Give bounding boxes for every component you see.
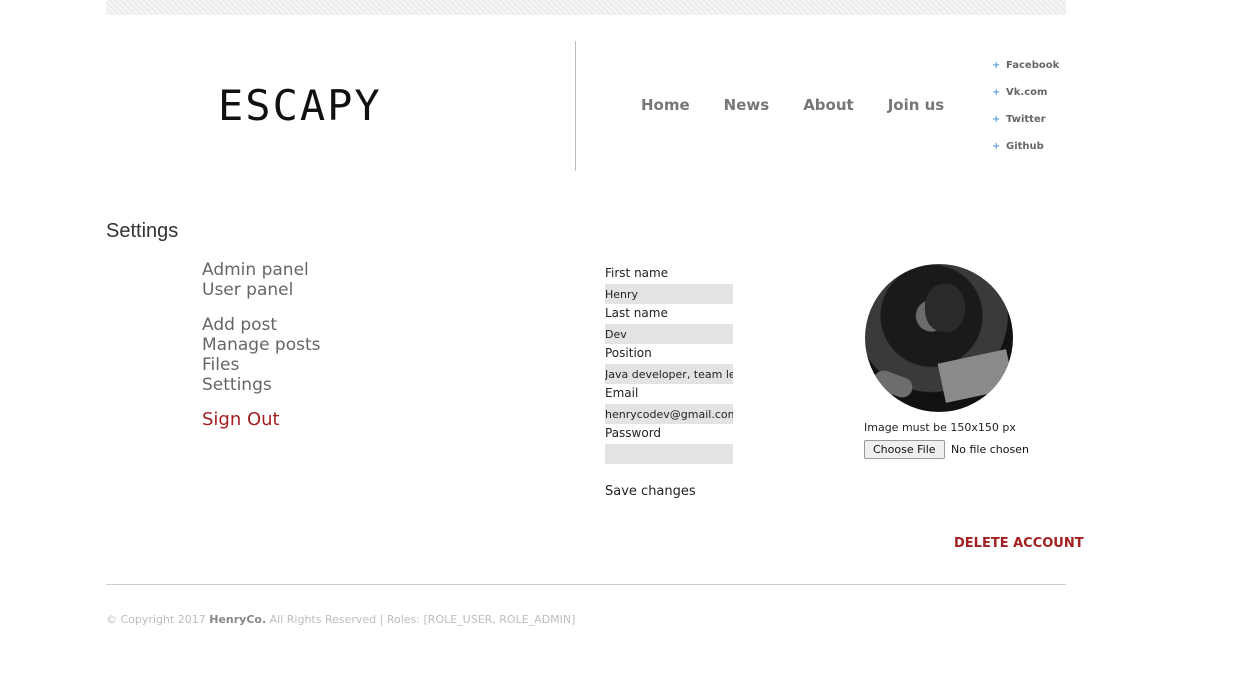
site-logo[interactable]: ESCAPY xyxy=(218,84,382,128)
avatar-shape xyxy=(937,349,1013,403)
social-label: Facebook xyxy=(1006,60,1060,71)
nav-news[interactable]: News xyxy=(724,95,770,115)
email-field[interactable] xyxy=(605,404,733,424)
social-item-twitter[interactable]: + Twitter xyxy=(992,112,1059,139)
file-status: No file chosen xyxy=(951,443,1029,456)
top-stripe xyxy=(106,0,1066,15)
footer-rights: All Rights Reserved | Roles: [ROLE_USER,… xyxy=(266,613,576,626)
sidebar-item-admin-panel[interactable]: Admin panel xyxy=(202,260,321,280)
last-name-field[interactable] xyxy=(605,324,733,344)
password-label: Password xyxy=(605,426,662,440)
last-name-label: Last name xyxy=(605,306,668,320)
image-size-note: Image must be 150x150 px xyxy=(864,421,1016,434)
social-item-github[interactable]: + Github xyxy=(992,139,1059,166)
footer: © Copyright 2017 HenryCo. All Rights Res… xyxy=(106,613,575,626)
footer-brand: HenryCo. xyxy=(209,613,267,626)
sidebar-item-files[interactable]: Files xyxy=(202,355,321,375)
plus-icon: + xyxy=(992,114,1001,125)
choose-file-button[interactable]: Choose File xyxy=(864,440,945,459)
sign-out-link[interactable]: Sign Out xyxy=(202,410,321,430)
sidebar-item-user-panel[interactable]: User panel xyxy=(202,280,321,300)
social-label: Vk.com xyxy=(1006,87,1048,98)
avatar-shape xyxy=(925,284,965,332)
password-field[interactable] xyxy=(605,444,733,464)
footer-divider xyxy=(106,584,1066,585)
social-label: Github xyxy=(1006,141,1044,152)
nav-join-us[interactable]: Join us xyxy=(888,95,945,115)
nav-home[interactable]: Home xyxy=(641,95,690,115)
page-title: Settings xyxy=(106,220,179,242)
sidebar-nav: Admin panel User panel Add post Manage p… xyxy=(202,260,321,430)
social-item-facebook[interactable]: + Facebook xyxy=(992,58,1059,85)
first-name-field[interactable] xyxy=(605,284,733,304)
settings-form: First name Last name Position Email Pass… xyxy=(605,264,805,464)
sidebar-item-settings[interactable]: Settings xyxy=(202,375,321,395)
header-divider xyxy=(575,41,576,171)
social-label: Twitter xyxy=(1006,114,1046,125)
position-field[interactable] xyxy=(605,364,733,384)
plus-icon: + xyxy=(992,141,1001,152)
first-name-label: First name xyxy=(605,266,669,280)
save-changes-button[interactable]: Save changes xyxy=(605,484,696,499)
plus-icon: + xyxy=(992,60,1001,71)
delete-account-link[interactable]: DELETE ACCOUNT xyxy=(954,536,1084,551)
footer-copyright: © Copyright 2017 xyxy=(106,613,210,626)
social-links: + Facebook + Vk.com + Twitter + Github xyxy=(992,58,1059,166)
main-nav: Home News About Join us xyxy=(641,95,978,115)
nav-about[interactable]: About xyxy=(803,95,854,115)
email-label: Email xyxy=(605,386,639,400)
avatar-shape xyxy=(870,367,916,401)
avatar xyxy=(865,264,1013,412)
plus-icon: + xyxy=(992,87,1001,98)
social-item-vk[interactable]: + Vk.com xyxy=(992,85,1059,112)
sidebar-item-manage-posts[interactable]: Manage posts xyxy=(202,335,321,355)
sidebar-item-add-post[interactable]: Add post xyxy=(202,315,321,335)
position-label: Position xyxy=(605,346,652,360)
